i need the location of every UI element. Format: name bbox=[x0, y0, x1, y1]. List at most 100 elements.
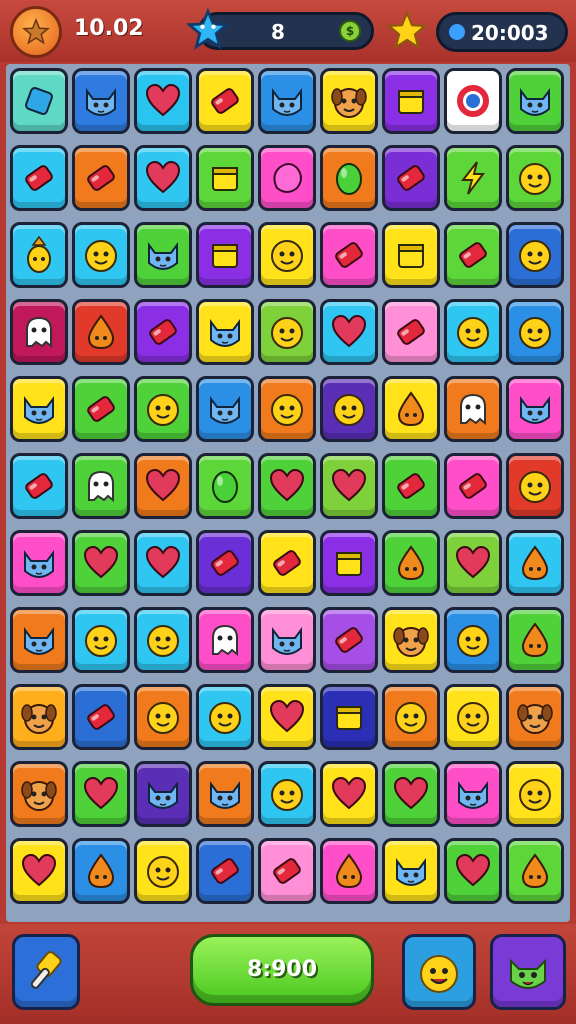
board-tile[interactable] bbox=[382, 222, 440, 288]
board-tile[interactable] bbox=[134, 684, 192, 750]
board-tile[interactable] bbox=[10, 761, 68, 827]
board-tile[interactable] bbox=[72, 299, 130, 365]
board-tile[interactable] bbox=[382, 838, 440, 904]
board-tile[interactable] bbox=[10, 68, 68, 134]
board-tile[interactable] bbox=[134, 530, 192, 596]
board-tile[interactable] bbox=[134, 68, 192, 134]
board-tile[interactable] bbox=[258, 453, 316, 519]
board-tile[interactable] bbox=[196, 453, 254, 519]
board-tile[interactable] bbox=[196, 222, 254, 288]
board-tile[interactable] bbox=[506, 453, 564, 519]
board-tile[interactable] bbox=[320, 376, 378, 442]
board-tile[interactable] bbox=[10, 376, 68, 442]
cat-booster-button[interactable] bbox=[490, 934, 566, 1010]
board-tile[interactable] bbox=[382, 761, 440, 827]
board-tile[interactable] bbox=[258, 761, 316, 827]
board-tile[interactable] bbox=[444, 838, 502, 904]
board-tile[interactable] bbox=[444, 453, 502, 519]
board-tile[interactable] bbox=[196, 761, 254, 827]
hammer-booster-button[interactable] bbox=[12, 934, 80, 1010]
board-tile[interactable] bbox=[72, 145, 130, 211]
board-tile[interactable] bbox=[506, 145, 564, 211]
board-tile[interactable] bbox=[320, 530, 378, 596]
player-avatar-button[interactable] bbox=[10, 6, 62, 58]
board-tile[interactable] bbox=[134, 453, 192, 519]
board-tile[interactable] bbox=[506, 68, 564, 134]
board-tile[interactable] bbox=[506, 684, 564, 750]
board-tile[interactable] bbox=[72, 761, 130, 827]
board-tile[interactable] bbox=[382, 68, 440, 134]
board-tile[interactable] bbox=[506, 222, 564, 288]
board-tile[interactable] bbox=[134, 838, 192, 904]
board-tile[interactable] bbox=[10, 530, 68, 596]
board-tile[interactable] bbox=[444, 530, 502, 596]
board-tile[interactable] bbox=[10, 607, 68, 673]
board-tile[interactable] bbox=[134, 376, 192, 442]
board-tile[interactable] bbox=[10, 299, 68, 365]
board-tile[interactable] bbox=[196, 607, 254, 673]
board-tile[interactable] bbox=[444, 761, 502, 827]
board-tile[interactable] bbox=[382, 684, 440, 750]
board-tile[interactable] bbox=[72, 838, 130, 904]
board-tile[interactable] bbox=[196, 299, 254, 365]
board-tile[interactable] bbox=[134, 222, 192, 288]
board-tile[interactable] bbox=[382, 145, 440, 211]
board-tile[interactable] bbox=[320, 684, 378, 750]
board-tile[interactable] bbox=[320, 453, 378, 519]
board-tile[interactable] bbox=[320, 761, 378, 827]
board-tile[interactable] bbox=[196, 684, 254, 750]
board-tile[interactable] bbox=[258, 838, 316, 904]
board-tile[interactable] bbox=[382, 607, 440, 673]
board-tile[interactable] bbox=[196, 145, 254, 211]
board-tile[interactable] bbox=[382, 530, 440, 596]
board-tile[interactable] bbox=[72, 222, 130, 288]
board-tile[interactable] bbox=[382, 376, 440, 442]
board-tile[interactable] bbox=[444, 145, 502, 211]
face-booster-button[interactable] bbox=[402, 934, 476, 1010]
board-tile[interactable] bbox=[134, 607, 192, 673]
board-tile[interactable] bbox=[72, 530, 130, 596]
board-tile[interactable] bbox=[196, 376, 254, 442]
board-tile[interactable] bbox=[258, 222, 316, 288]
board-tile[interactable] bbox=[444, 684, 502, 750]
board-tile[interactable] bbox=[320, 145, 378, 211]
board-tile[interactable] bbox=[258, 684, 316, 750]
board-tile[interactable] bbox=[382, 453, 440, 519]
board-tile[interactable] bbox=[506, 761, 564, 827]
board-tile[interactable] bbox=[72, 684, 130, 750]
play-button[interactable]: 8:900 bbox=[190, 934, 374, 1006]
board-tile[interactable] bbox=[258, 68, 316, 134]
board-tile[interactable] bbox=[10, 838, 68, 904]
board-tile[interactable] bbox=[382, 299, 440, 365]
board-tile[interactable] bbox=[506, 607, 564, 673]
board-tile[interactable] bbox=[258, 299, 316, 365]
board-tile[interactable] bbox=[196, 530, 254, 596]
board-tile[interactable] bbox=[320, 68, 378, 134]
board-tile[interactable] bbox=[320, 838, 378, 904]
board-tile[interactable] bbox=[320, 607, 378, 673]
board-tile[interactable] bbox=[320, 222, 378, 288]
board-tile[interactable] bbox=[196, 68, 254, 134]
board-tile[interactable] bbox=[134, 761, 192, 827]
board-tile[interactable] bbox=[10, 453, 68, 519]
board-tile[interactable] bbox=[196, 838, 254, 904]
board-tile[interactable] bbox=[258, 530, 316, 596]
board-tile[interactable] bbox=[258, 145, 316, 211]
board-tile[interactable] bbox=[444, 607, 502, 673]
board-tile[interactable] bbox=[506, 530, 564, 596]
board-tile[interactable] bbox=[258, 607, 316, 673]
board-tile[interactable] bbox=[444, 299, 502, 365]
board-tile[interactable] bbox=[72, 376, 130, 442]
board-tile[interactable] bbox=[134, 145, 192, 211]
board-tile[interactable] bbox=[506, 376, 564, 442]
board-tile[interactable] bbox=[320, 299, 378, 365]
board-tile[interactable] bbox=[258, 376, 316, 442]
board-tile[interactable] bbox=[134, 299, 192, 365]
board-tile[interactable] bbox=[72, 453, 130, 519]
board-tile[interactable] bbox=[72, 68, 130, 134]
board-tile[interactable] bbox=[506, 838, 564, 904]
board-tile[interactable] bbox=[72, 607, 130, 673]
board-tile[interactable] bbox=[10, 222, 68, 288]
board-tile[interactable] bbox=[444, 376, 502, 442]
board-tile[interactable] bbox=[506, 299, 564, 365]
